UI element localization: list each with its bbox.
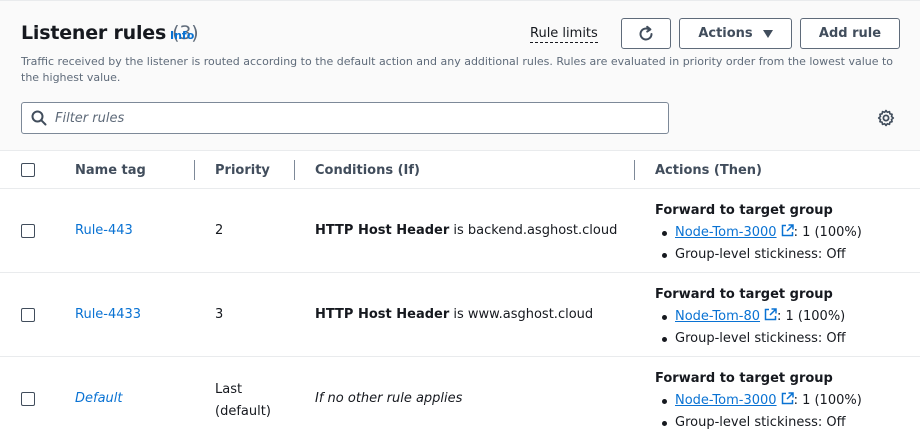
condition-value: is backend.asghost.cloud (449, 223, 618, 238)
action-title: Forward to target group (655, 287, 833, 302)
list-item: Node-Tom-80 : 1 (100%) (655, 306, 846, 328)
rule-priority: Last (default) (215, 379, 271, 423)
priority-line: Last (215, 382, 243, 397)
table-row: Default Last (default) If no other rule … (0, 357, 920, 441)
rule-priority: 2 (215, 223, 224, 238)
column-resizer[interactable] (634, 160, 635, 180)
add-rule-button[interactable]: Add rule (800, 18, 900, 49)
target-group-link[interactable]: Node-Tom-3000 (675, 224, 794, 240)
condition-key: HTTP Host Header (315, 223, 450, 238)
target-group-name: Node-Tom-80 (675, 309, 761, 324)
action-title: Forward to target group (655, 203, 833, 218)
list-item: Group-level stickiness: Off (655, 244, 862, 266)
actions-dropdown-button[interactable]: Actions (679, 18, 792, 49)
list-item: Node-Tom-3000 : 1 (100%) (655, 222, 862, 244)
filter-box[interactable] (21, 102, 669, 134)
target-group-weight: : 1 (100%) (777, 309, 846, 324)
target-group-weight: : 1 (100%) (793, 225, 862, 240)
stickiness-status: Group-level stickiness: Off (675, 415, 846, 430)
search-icon (31, 110, 47, 126)
external-link-icon (781, 224, 794, 237)
priority-line: (default) (215, 404, 271, 419)
column-resizer[interactable] (294, 160, 295, 180)
condition-key: HTTP Host Header (315, 307, 450, 322)
actions-button-label: Actions (698, 26, 753, 41)
list-item: Node-Tom-3000 : 1 (100%) (655, 390, 862, 412)
rule-limits-link[interactable]: Rule limits (530, 26, 598, 43)
rule-actions: Forward to target group Node-Tom-3000 : 1… (655, 368, 862, 434)
action-details-list: Node-Tom-3000 : 1 (100%) Group-level stic… (655, 390, 862, 434)
refresh-icon (639, 25, 653, 40)
row-checkbox[interactable] (21, 308, 35, 322)
row-checkbox[interactable] (21, 392, 35, 406)
panel-description: Traffic received by the listener is rout… (21, 55, 894, 84)
gear-icon[interactable] (877, 109, 895, 127)
external-link-icon (781, 392, 794, 405)
panel-header: Listener rules (3) Info Rule limits Actio… (0, 0, 920, 150)
panel-title-text: Listener rules (21, 22, 167, 44)
table-header-row: Name tag Priority Conditions (If) Action… (0, 150, 920, 189)
table-row: Rule-4433 3 HTTP Host Header is www.asgh… (0, 273, 920, 357)
stickiness-status: Group-level stickiness: Off (675, 331, 846, 346)
filter-rules-input[interactable] (55, 110, 635, 126)
rule-name-link[interactable]: Rule-4433 (75, 307, 141, 322)
list-item: Group-level stickiness: Off (655, 328, 846, 350)
table-row: Rule-443 2 HTTP Host Header is backend.a… (0, 189, 920, 273)
caret-down-icon (762, 29, 773, 38)
info-link[interactable]: Info (170, 29, 194, 42)
target-group-link[interactable]: Node-Tom-3000 (675, 392, 794, 408)
external-link-icon (764, 308, 777, 321)
action-details-list: Node-Tom-80 : 1 (100%) Group-level sticki… (655, 306, 846, 350)
condition-value: is www.asghost.cloud (449, 307, 594, 322)
column-header-priority[interactable]: Priority (215, 151, 270, 190)
refresh-button[interactable] (621, 18, 671, 49)
list-item: Group-level stickiness: Off (655, 412, 862, 434)
listener-rules-panel: Listener rules (3) Info Rule limits Actio… (0, 0, 920, 441)
column-header-actions[interactable]: Actions (Then) (655, 151, 762, 190)
stickiness-status: Group-level stickiness: Off (675, 247, 846, 262)
rule-condition: HTTP Host Header is www.asghost.cloud (315, 307, 593, 322)
target-group-link[interactable]: Node-Tom-80 (675, 308, 777, 324)
rule-name-link[interactable]: Default (75, 391, 123, 406)
target-group-weight: : 1 (100%) (793, 393, 862, 408)
column-resizer[interactable] (194, 160, 195, 180)
rule-condition: If no other rule applies (315, 391, 463, 406)
column-header-name-tag[interactable]: Name tag (75, 151, 146, 190)
rule-condition: HTTP Host Header is backend.asghost.clou… (315, 223, 617, 238)
action-details-list: Node-Tom-3000 : 1 (100%) Group-level stic… (655, 222, 862, 266)
column-header-conditions[interactable]: Conditions (If) (315, 151, 420, 190)
target-group-name: Node-Tom-3000 (675, 393, 777, 408)
rule-priority: 3 (215, 307, 224, 322)
row-checkbox[interactable] (21, 224, 35, 238)
action-title: Forward to target group (655, 371, 833, 386)
select-all-checkbox[interactable] (21, 163, 35, 177)
rule-name-link[interactable]: Rule-443 (75, 223, 133, 238)
rule-actions: Forward to target group Node-Tom-3000 : 1… (655, 200, 862, 266)
add-rule-button-label: Add rule (818, 26, 882, 41)
rule-actions: Forward to target group Node-Tom-80 : 1 (… (655, 284, 846, 350)
target-group-name: Node-Tom-3000 (675, 225, 777, 240)
